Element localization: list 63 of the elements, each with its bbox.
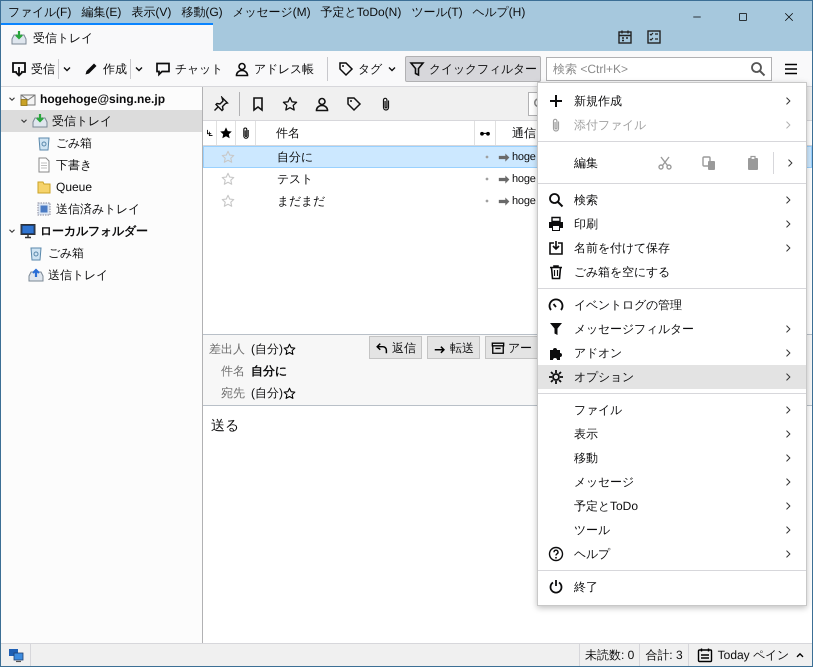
menu-item[interactable]: オプション xyxy=(538,365,806,389)
folder-item[interactable]: 下書き xyxy=(1,154,202,176)
toolbar-button[interactable]: アドレス帳 xyxy=(230,56,318,82)
menu-item[interactable]: メッセージ xyxy=(538,470,806,494)
field-label: 差出人 xyxy=(208,341,245,358)
message-body: 送る xyxy=(211,416,239,435)
header-button[interactable]: アー xyxy=(485,336,538,359)
menu-item[interactable]: ごみ箱を空にする xyxy=(538,260,806,284)
field-label: 宛先 xyxy=(220,385,245,402)
toolbar-button[interactable]: 受信 xyxy=(7,56,59,82)
menu-item[interactable]: 予定とToDo(N) xyxy=(316,1,406,23)
field-label: 件名 xyxy=(220,363,245,380)
field-value: (自分) xyxy=(251,385,283,402)
toolbar-button[interactable]: タグ xyxy=(334,56,402,82)
message-subject: まだまだ xyxy=(276,193,326,210)
header-button[interactable]: 返信 xyxy=(369,336,422,359)
folder-item[interactable]: Queue xyxy=(1,176,202,198)
menu-item[interactable]: 編集(E) xyxy=(76,1,126,23)
menu-item[interactable]: 編集 xyxy=(538,146,806,179)
status-text: 未読数: 0 xyxy=(578,644,640,666)
search-field[interactable]: 検索 <Ctrl+K> xyxy=(546,56,772,80)
folder-item[interactable]: ごみ箱 xyxy=(1,242,202,264)
toolbar-button[interactable]: 作成 xyxy=(79,56,131,82)
menu-item[interactable]: メッセージフィルター xyxy=(538,317,806,341)
menu-item[interactable]: ファイル(F) xyxy=(3,1,76,23)
folder-item[interactable]: hogehoge@sing.ne.jp xyxy=(1,88,202,110)
menu-item[interactable]: 名前を付けて保存 xyxy=(538,236,806,260)
menu-item[interactable]: 表示(V) xyxy=(126,1,176,23)
field-value: (自分) xyxy=(251,341,283,358)
menu-item[interactable]: ヘルプ xyxy=(538,542,806,566)
message-subject: テスト xyxy=(276,171,314,188)
menu-item[interactable]: 終了 xyxy=(538,575,806,599)
menu-item[interactable]: 予定とToDo xyxy=(538,494,806,518)
menu-item[interactable]: 移動 xyxy=(538,446,806,470)
menu-item[interactable]: 印刷 xyxy=(538,212,806,236)
folder-item[interactable]: 送信トレイ xyxy=(1,264,202,286)
menu-item[interactable]: 表示 xyxy=(538,422,806,446)
menu-item[interactable]: 検索 xyxy=(538,188,806,212)
folder-item[interactable]: 受信トレイ xyxy=(1,110,202,132)
menu-item[interactable]: ツール(T) xyxy=(406,1,468,23)
toolbar-button[interactable]: チャット xyxy=(151,56,227,82)
header-button[interactable]: 転送 xyxy=(427,336,480,359)
correspondent: hoge xyxy=(512,172,536,187)
correspondent: hoge xyxy=(512,194,536,209)
menu-item[interactable]: ツール xyxy=(538,518,806,542)
today-pane-button[interactable]: Today ペイン xyxy=(688,644,812,666)
folder-item[interactable]: 送信済みトレイ xyxy=(1,198,202,220)
folder-item[interactable]: ごみ箱 xyxy=(1,132,202,154)
folder-item[interactable]: ローカルフォルダー xyxy=(1,220,202,242)
menu-item[interactable]: 新規作成 xyxy=(538,89,806,113)
message-subject: 自分に xyxy=(276,149,314,166)
menu-item[interactable]: イベントログの管理 xyxy=(538,293,806,317)
menu-item[interactable]: ヘルプ(H) xyxy=(468,1,530,23)
field-value: 自分に xyxy=(251,363,287,380)
toolbar-button[interactable]: クイックフィルター xyxy=(405,56,541,82)
status-text: 合計: 3 xyxy=(639,644,688,666)
menu-item[interactable]: ファイル xyxy=(538,398,806,422)
menu-item[interactable]: メッセージ(M) xyxy=(228,1,316,23)
menu-item[interactable]: アドオン xyxy=(538,341,806,365)
menu-item[interactable]: 移動(G) xyxy=(176,1,228,23)
tab[interactable]: 受信トレイ xyxy=(1,23,213,51)
column-header[interactable]: 件名 xyxy=(256,121,475,145)
correspondent: hoge xyxy=(512,150,536,165)
